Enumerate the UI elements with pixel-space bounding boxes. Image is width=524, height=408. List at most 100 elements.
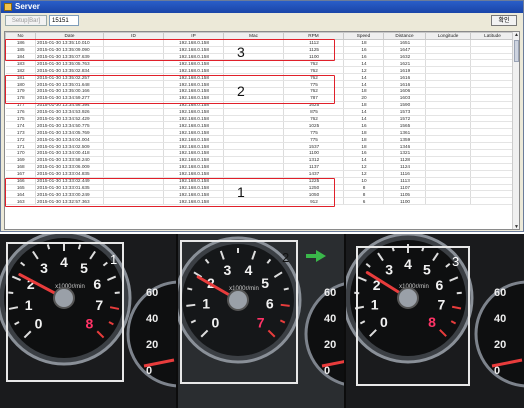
table-cell: 1647 (383, 46, 426, 54)
table-cell: 192.168.0.158 (163, 163, 224, 171)
table-cell (425, 177, 471, 185)
table-cell: 1606 (383, 87, 426, 95)
table-cell (470, 197, 515, 206)
speedometer-tick-label: 40 (494, 313, 506, 325)
speedometer-tick-label: 60 (324, 287, 336, 299)
table-cell: 1616 (383, 80, 426, 89)
table-cell: 1128 (383, 156, 426, 164)
table-row[interactable]: 176 2015-01-30 13:34:53.926 192.168.0.158 8… (5, 108, 515, 116)
table-cell: 2015-01-30 13:33:04.835 (35, 170, 104, 178)
table-cell: 1361 (383, 128, 426, 137)
table-cell (425, 101, 471, 109)
table-cell (223, 108, 284, 116)
table-row[interactable]: 169 2015-01-30 13:33:58.240 192.168.0.158 1… (5, 156, 515, 164)
table-cell: 16 (343, 46, 384, 54)
table-cell: 1107 (383, 184, 426, 192)
table-cell: 14 (343, 59, 384, 68)
table-cell (425, 94, 471, 102)
table-row[interactable]: 167 2015-01-30 13:33:04.835 192.168.0.158 1… (5, 170, 515, 178)
table-cell: 14 (343, 108, 384, 116)
table-cell: 12 (343, 66, 384, 75)
table-cell (103, 128, 164, 137)
table-row[interactable]: 173 2015-01-30 13:34:05.769 192.168.0.158 7… (5, 128, 515, 137)
photo-label: 2 (282, 250, 290, 265)
table-cell (103, 149, 164, 157)
table-cell: 16 (343, 149, 384, 157)
table-cell (425, 142, 471, 151)
table-cell (470, 149, 515, 157)
table-cell (470, 101, 515, 109)
table-cell (425, 163, 471, 171)
table-cell: 1359 (383, 135, 426, 144)
table-cell: 14 (343, 115, 384, 123)
speedometer-tick-label: 20 (146, 339, 158, 351)
speedometer-tick-label: 20 (324, 339, 336, 351)
table-row[interactable]: 170 2015-01-30 13:34:00.418 192.168.0.158 1… (5, 149, 515, 157)
tachometer-photo-1: 0 1 2 3 4 5 6 7 8 x1000r/min 60 40 20 0 1 (0, 234, 176, 408)
port-input[interactable]: 15151 (49, 15, 79, 26)
table-row[interactable]: 175 2015-01-30 13:34:52.429 192.168.0.158 7… (5, 115, 515, 123)
table-cell (223, 142, 284, 151)
table-cell: 14 (343, 80, 384, 89)
table-row[interactable]: 171 2015-01-30 13:34:02.509 192.168.0.158 1… (5, 142, 515, 151)
table-cell (470, 59, 515, 68)
table-cell: 1100 (283, 149, 344, 157)
table-cell: 171 (5, 142, 36, 151)
scroll-up-icon[interactable]: ▲ (513, 32, 519, 39)
table-cell (470, 80, 515, 89)
table-row[interactable]: 182 2015-01-30 13:35:02.834 192.168.0.158 7… (5, 66, 515, 75)
vertical-scrollbar[interactable]: ▲ ▼ (512, 32, 519, 229)
table-cell: 169 (5, 156, 36, 164)
table-cell: 10 (343, 177, 384, 185)
table-row[interactable]: 183 2015-01-30 13:35:05.763 192.168.0.158 7… (5, 59, 515, 68)
table-cell: 2015-01-30 13:34:53.926 (35, 108, 104, 116)
table-cell (425, 108, 471, 116)
table-row[interactable]: 174 2015-01-30 13:34:50.775 192.168.0.158 1… (5, 121, 515, 130)
title-bar: Server (1, 1, 523, 13)
ok-button[interactable]: 확인 (491, 15, 517, 26)
column-header[interactable]: Distance (383, 32, 426, 40)
table-cell (425, 66, 471, 75)
table-cell: 192.168.0.158 (163, 108, 224, 116)
table-cell (470, 128, 515, 137)
table-cell: 1312 (283, 156, 344, 164)
speedometer-tick-label: 60 (494, 287, 506, 299)
scroll-thumb[interactable] (514, 40, 519, 62)
table-cell (470, 53, 515, 61)
data-grid[interactable]: No Date ID IP Mac RPM Speed Distance Longitude La… (4, 31, 520, 230)
table-cell (103, 115, 164, 123)
column-header[interactable]: Longitude (425, 32, 471, 40)
table-cell: 2015-01-30 13:34:05.769 (35, 128, 104, 137)
table-cell (470, 87, 515, 95)
table-cell: 2015-01-30 13:33:58.240 (35, 156, 104, 164)
table-cell: 1537 (283, 142, 344, 151)
setup-button[interactable]: Setup[Bar] (5, 15, 47, 26)
table-cell (103, 121, 164, 130)
table-cell (103, 156, 164, 164)
table-cell: 1572 (383, 115, 426, 123)
table-cell (425, 135, 471, 144)
scroll-down-icon[interactable]: ▼ (513, 224, 519, 229)
table-cell: 183 (5, 59, 36, 68)
table-cell (223, 121, 284, 130)
table-cell (425, 87, 471, 95)
dashboard-photos: 012345678x1000r/min60402001 01234567x100… (0, 234, 524, 408)
table-cell (470, 135, 515, 144)
table-cell: 192.168.0.158 (163, 135, 224, 144)
tachometer-photo-3: 0 1 2 3 4 5 6 7 8 x1000r/min 60 40 20 0 3 (346, 234, 524, 408)
table-cell: 1573 (383, 108, 426, 116)
table-cell (425, 121, 471, 130)
photo-label: 1 (110, 252, 118, 267)
highlight-label-1: 1 (237, 184, 245, 200)
column-header[interactable]: Speed (343, 32, 384, 40)
table-cell: 1632 (383, 53, 426, 61)
server-window: Server Setup[Bar] 15151 확인 No Date ID IP Mac… (0, 0, 524, 232)
gauge-highlight-frame (6, 242, 124, 382)
table-row[interactable]: 172 2015-01-30 13:34:04.004 192.168.0.158 7… (5, 135, 515, 144)
table-cell (103, 163, 164, 171)
table-row[interactable]: 168 2015-01-30 13:33:06.009 192.168.0.158 1… (5, 163, 515, 171)
column-header[interactable]: Latitude (470, 32, 515, 40)
table-cell (425, 197, 471, 206)
table-cell: 192.168.0.158 (163, 170, 224, 178)
gauge-highlight-frame (180, 240, 298, 384)
